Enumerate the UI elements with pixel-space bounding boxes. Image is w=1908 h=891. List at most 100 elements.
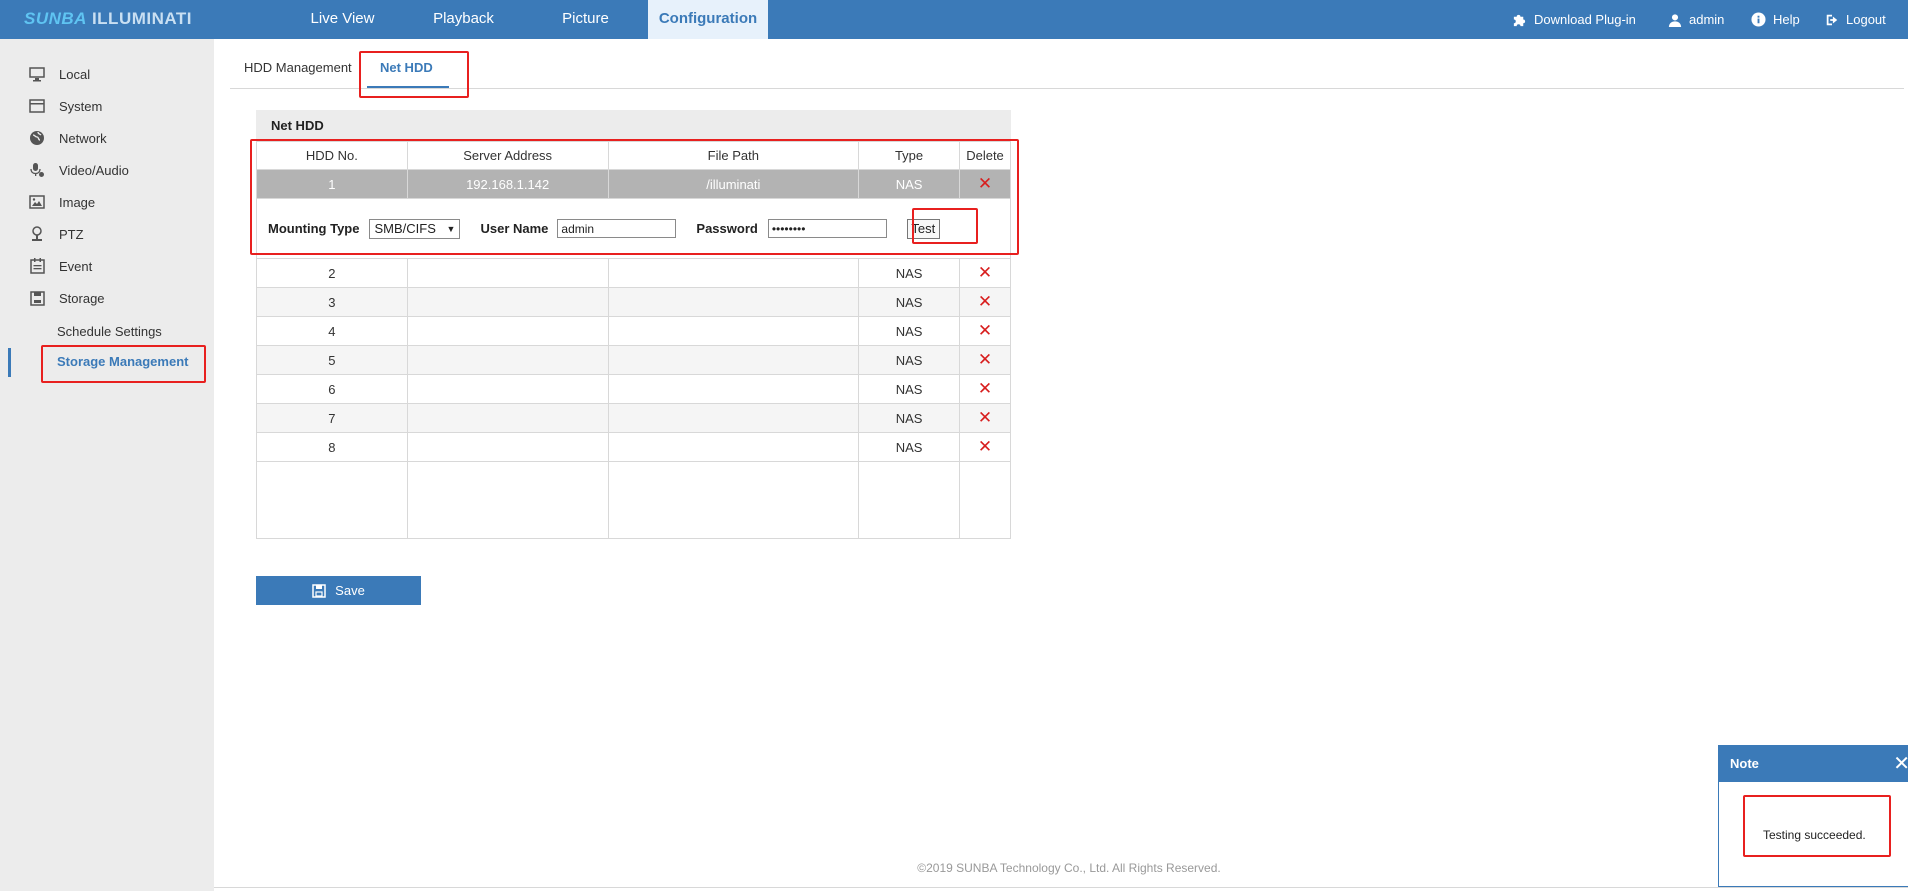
copyright-footer: ©2019 SUNBA Technology Co., Ltd. All Rig… <box>917 861 1221 875</box>
nav-configuration[interactable]: Configuration <box>648 0 768 39</box>
nav-playback[interactable]: Playback <box>411 0 516 39</box>
note-message: Testing succeeded. <box>1763 828 1866 842</box>
puzzle-icon <box>1513 14 1526 27</box>
cell-server-address[interactable] <box>406 403 609 433</box>
sidebar-item-image[interactable]: Image <box>0 189 214 215</box>
cell-hdd-no: 7 <box>256 403 408 433</box>
delete-icon[interactable]: ✕ <box>978 437 992 456</box>
globe-icon <box>28 129 46 147</box>
cell-server-address[interactable] <box>406 345 609 375</box>
tab-hdd-management[interactable]: HDD Management <box>244 60 352 75</box>
sidebar-item-storage[interactable]: Storage <box>0 285 214 311</box>
column-header-delete: Delete <box>958 141 1012 170</box>
tab-net-hdd[interactable]: Net HDD <box>380 60 433 75</box>
password-label: Password <box>696 221 758 236</box>
sidebar-item-label: Network <box>59 130 107 146</box>
delete-icon[interactable]: ✕ <box>978 174 992 193</box>
sidebar-item-system[interactable]: System <box>0 93 214 119</box>
sidebar-item-local[interactable]: Local <box>0 61 214 87</box>
delete-icon[interactable]: ✕ <box>978 379 992 398</box>
delete-icon[interactable]: ✕ <box>978 408 992 427</box>
sidebar-item-network[interactable]: Network <box>0 125 214 151</box>
sidebar-item-video-audio[interactable]: Video/Audio <box>0 157 214 183</box>
logout-link[interactable]: Logout <box>1825 0 1886 39</box>
delete-icon[interactable]: ✕ <box>978 263 992 282</box>
table-row[interactable]: 2 NAS ✕ <box>256 258 1012 288</box>
sidebar-item-label: Storage <box>59 290 105 306</box>
table-row[interactable]: 7 NAS ✕ <box>256 403 1012 433</box>
table-row[interactable]: 5 NAS ✕ <box>256 345 1012 375</box>
sidebar-item-event[interactable]: Event <box>0 253 214 279</box>
download-plugin-label: Download Plug-in <box>1534 11 1636 27</box>
sidebar-subitem-storage-management[interactable]: Storage Management <box>57 354 188 369</box>
table-row[interactable]: 3 NAS ✕ <box>256 287 1012 317</box>
user-name-input[interactable] <box>557 219 677 238</box>
calendar-icon <box>28 257 46 275</box>
delete-icon[interactable]: ✕ <box>978 350 992 369</box>
column-header-file-path: File Path <box>607 141 860 170</box>
table-row[interactable]: 6 NAS ✕ <box>256 374 1012 404</box>
cell-type: NAS <box>858 432 960 462</box>
download-plugin-link[interactable]: Download Plug-in <box>1512 0 1636 39</box>
net-hdd-table: HDD No. Server Address File Path Type De… <box>256 141 1012 539</box>
cell-delete: ✕ <box>958 287 1012 317</box>
sidebar-subitem-schedule-settings[interactable]: Schedule Settings <box>57 324 162 339</box>
cell-file-path[interactable] <box>607 258 860 288</box>
sidebar-item-label: Image <box>59 194 96 210</box>
test-button[interactable]: Test <box>906 218 940 239</box>
table-row[interactable]: 1 192.168.1.142 /illuminati NAS ✕ <box>256 169 1012 199</box>
cell-server-address[interactable] <box>406 287 609 317</box>
logo-brand-part2: ILLUMINATI <box>91 9 193 28</box>
table-filler-row <box>256 461 1012 539</box>
delete-icon[interactable]: ✕ <box>978 292 992 311</box>
cell-delete: ✕ <box>958 403 1012 433</box>
cell-hdd-no: 4 <box>256 316 408 346</box>
cell-server-address[interactable] <box>406 316 609 346</box>
sidebar-item-ptz[interactable]: PTZ <box>0 221 214 247</box>
delete-icon[interactable]: ✕ <box>978 321 992 340</box>
sidebar-item-label: Event <box>59 258 93 274</box>
cell-file-path[interactable] <box>607 287 860 317</box>
close-icon[interactable]: ✕ <box>1893 746 1908 782</box>
cell-delete: ✕ <box>958 169 1012 199</box>
cell-server-address[interactable] <box>406 432 609 462</box>
active-indicator <box>8 348 11 377</box>
column-header-hdd-no: HDD No. <box>256 141 408 170</box>
nav-picture[interactable]: Picture <box>533 0 638 39</box>
cell-hdd-no: 3 <box>256 287 408 317</box>
table-row[interactable]: 4 NAS ✕ <box>256 316 1012 346</box>
mount-details-row: Mounting Type SMB/CIFS ▼ User Name Passw… <box>256 198 1011 259</box>
cell-server-address[interactable] <box>406 374 609 404</box>
cell-server-address[interactable]: 192.168.1.142 <box>406 169 609 199</box>
cell-file-path[interactable] <box>607 403 860 433</box>
cell-type: NAS <box>858 287 960 317</box>
tabs-divider <box>230 88 1904 89</box>
password-input[interactable] <box>767 219 887 238</box>
user-menu[interactable]: admin <box>1668 0 1724 39</box>
mount-details-cell: Mounting Type SMB/CIFS ▼ User Name Passw… <box>256 198 1011 259</box>
cell-file-path[interactable] <box>607 345 860 375</box>
cell-file-path[interactable] <box>607 316 860 346</box>
table-row[interactable]: 8 NAS ✕ <box>256 432 1012 462</box>
cell-server-address[interactable] <box>406 258 609 288</box>
nav-live-view[interactable]: Live View <box>290 0 395 39</box>
cell-type: NAS <box>858 345 960 375</box>
monitor-icon <box>28 65 46 83</box>
note-header: Note ✕ <box>1719 746 1908 782</box>
help-link[interactable]: Help <box>1751 0 1800 39</box>
cell-file-path[interactable]: /illuminati <box>607 169 860 199</box>
cell-delete: ✕ <box>958 258 1012 288</box>
cell-file-path[interactable] <box>607 374 860 404</box>
cell-delete: ✕ <box>958 316 1012 346</box>
cell-file-path[interactable] <box>607 432 860 462</box>
note-popup: Note ✕ Testing succeeded. <box>1718 745 1908 887</box>
cell-hdd-no: 1 <box>256 169 408 199</box>
cell-type: NAS <box>858 403 960 433</box>
user-icon <box>1668 13 1682 27</box>
cell-hdd-no: 6 <box>256 374 408 404</box>
save-button[interactable]: Save <box>256 576 421 605</box>
logo: SUNBA ILLUMINATI <box>24 9 192 31</box>
top-bar: SUNBA ILLUMINATI Live View Playback Pictu… <box>0 0 1908 39</box>
sidebar-item-label: Video/Audio <box>59 162 129 178</box>
mounting-type-select[interactable]: SMB/CIFS ▼ <box>369 218 461 239</box>
